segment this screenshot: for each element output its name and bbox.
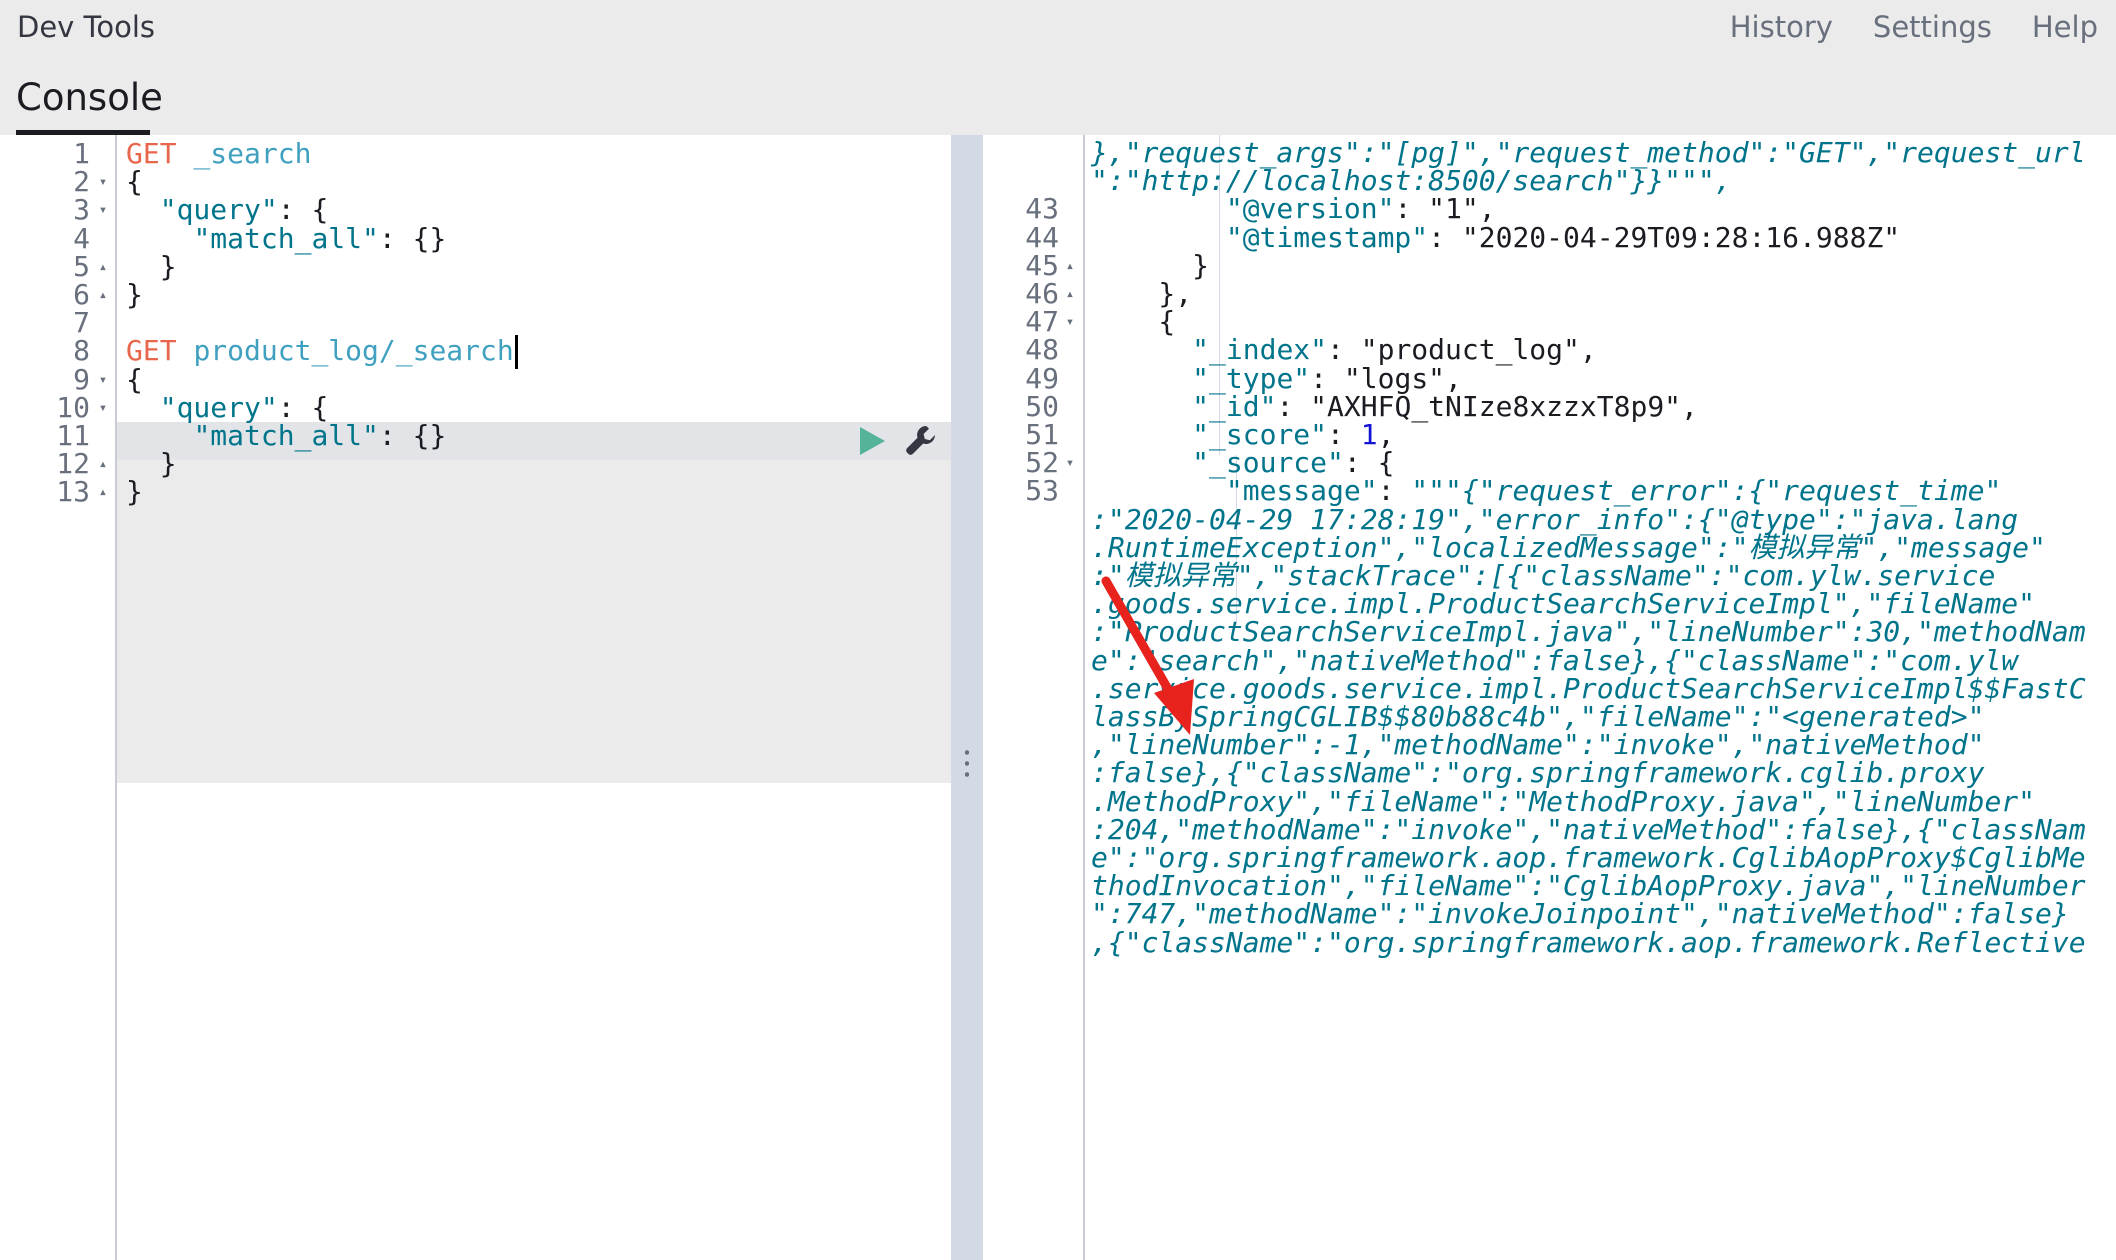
help-link[interactable]: Help [2032, 10, 2098, 44]
history-link[interactable]: History [1730, 10, 1833, 44]
tab-console[interactable]: Console [16, 76, 163, 119]
line-number: 13 [56, 475, 90, 509]
header-nav: History Settings Help [1730, 10, 2098, 44]
red-arrow-annotation [1101, 576, 1194, 735]
code-text: } [126, 473, 143, 511]
token-wrap: ,{"className":"org.springframework.aop.f… [1091, 925, 2086, 959]
wrench-icon[interactable] [904, 423, 938, 457]
code-text: ,{"className":"org.springframework.aop.f… [1091, 924, 2086, 962]
editor-line[interactable]: 13 ▴} [0, 473, 951, 511]
play-icon[interactable] [857, 425, 887, 457]
pane-resizer[interactable] [951, 135, 983, 1260]
settings-link[interactable]: Settings [1873, 10, 1992, 44]
request-editor[interactable]: 1 GET _search 2 ▾{3 ▾ "query": {4 "match_all… [0, 135, 951, 1260]
fold-close-icon[interactable]: ▴ [95, 473, 111, 511]
app-title: Dev Tools [17, 10, 155, 44]
top-header: Dev Tools History Settings Help Console [0, 0, 2116, 135]
resizer-grip-icon [965, 747, 969, 779]
output-line: ,{"className":"org.springframework.aop.f… [983, 924, 2116, 962]
token-pl: } [126, 475, 143, 509]
